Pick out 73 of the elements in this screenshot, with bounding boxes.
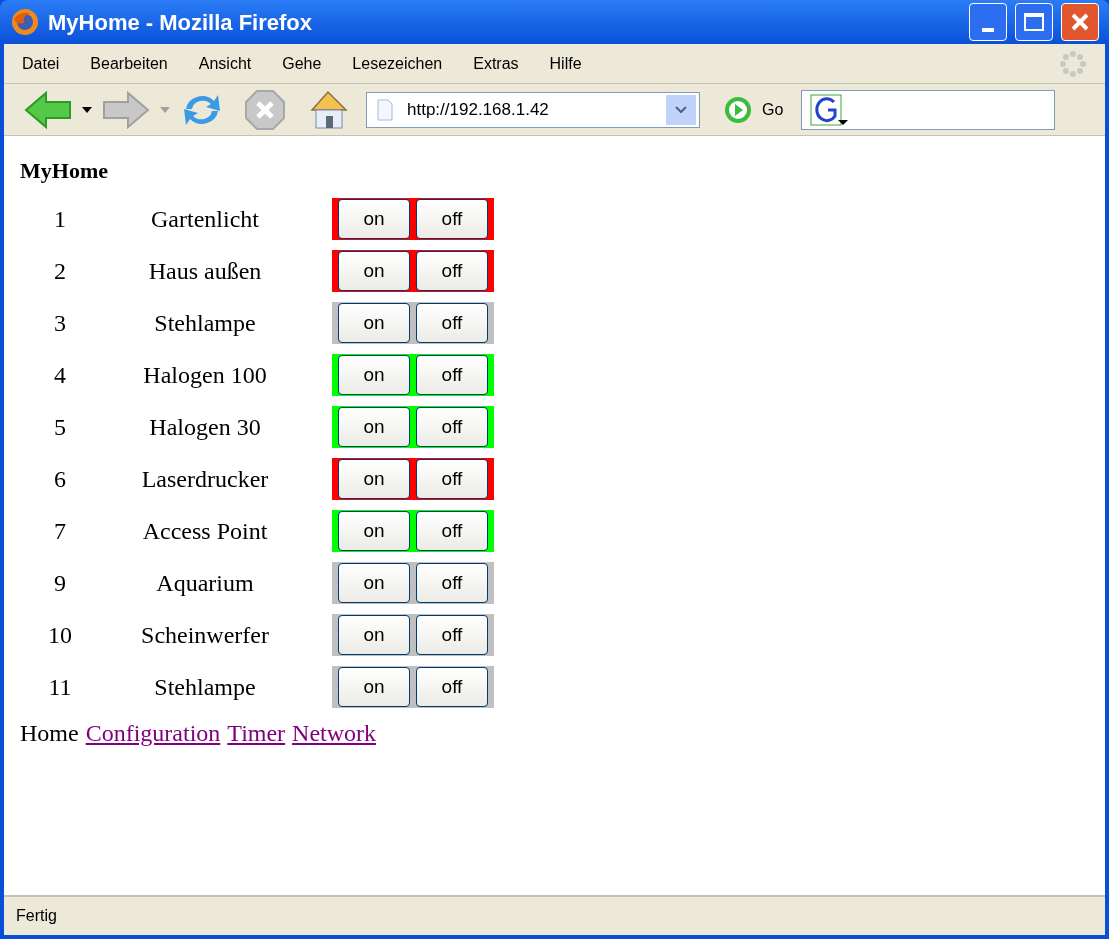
throbber-icon: [1059, 49, 1087, 78]
back-arrow-icon[interactable]: [24, 89, 72, 130]
row-number: 1: [53, 205, 67, 234]
switch-button[interactable]: off: [416, 407, 488, 447]
device-name: Scheinwerfer: [140, 621, 270, 650]
switch-button[interactable]: off: [416, 667, 488, 707]
switch-button[interactable]: on: [338, 355, 410, 395]
go-icon[interactable]: [724, 95, 752, 124]
menu-item[interactable]: Extras: [473, 51, 519, 76]
switch-button[interactable]: off: [416, 511, 488, 551]
switch-button[interactable]: off: [416, 615, 488, 655]
menu-item[interactable]: Bearbeiten: [90, 51, 168, 76]
switch-button[interactable]: off: [416, 199, 488, 239]
go-button[interactable]: Go: [762, 97, 784, 122]
dropdown-caret-icon[interactable]: [82, 106, 92, 113]
search-field[interactable]: [801, 89, 1056, 130]
forward-arrow-icon[interactable]: [102, 89, 150, 130]
menu-item[interactable]: Datei: [22, 51, 60, 76]
device-name: Laserdrucker: [140, 465, 270, 494]
nav-link[interactable]: Configuration: [85, 715, 221, 751]
switch-button[interactable]: off: [416, 303, 488, 343]
device-name: Stehlampe: [153, 673, 257, 702]
google-icon[interactable]: [810, 93, 851, 126]
switch-button[interactable]: on: [338, 251, 410, 291]
device-name: Haus außen: [147, 257, 263, 286]
nav-link[interactable]: Timer: [227, 715, 286, 751]
page-icon: [377, 98, 393, 121]
window-title: MyHome - Mozilla Firefox: [48, 8, 314, 37]
switch-button[interactable]: on: [338, 615, 410, 655]
row-number: 3: [53, 309, 67, 338]
switch-button[interactable]: on: [338, 199, 410, 239]
row-number: 11: [47, 673, 73, 702]
device-name: Halogen 100: [142, 361, 268, 390]
device-name: Aquarium: [155, 569, 255, 598]
stop-icon[interactable]: [244, 88, 286, 131]
dropdown-button[interactable]: [666, 94, 696, 125]
row-number: 7: [53, 517, 67, 546]
device-name: Gartenlicht: [150, 205, 260, 234]
maximize-button[interactable]: [1015, 3, 1053, 41]
address-field[interactable]: http://192.168.1.42: [366, 91, 700, 128]
close-icon[interactable]: [1069, 11, 1091, 33]
minimize-button[interactable]: [969, 3, 1007, 41]
url-text: http://192.168.1.42: [407, 98, 550, 121]
status-text: Fertig: [16, 906, 58, 926]
chevron-down-icon[interactable]: [675, 105, 687, 114]
switch-button[interactable]: on: [338, 459, 410, 499]
menu-item[interactable]: Gehe: [282, 51, 322, 76]
device-name: Access Point: [141, 517, 269, 546]
switch-button[interactable]: on: [338, 407, 410, 447]
menu-item[interactable]: Hilfe: [549, 51, 582, 76]
nav-link[interactable]: Network: [292, 715, 377, 751]
row-number: 5: [53, 413, 67, 442]
switch-button[interactable]: on: [338, 563, 410, 603]
menu-item[interactable]: Ansicht: [198, 51, 252, 76]
current-page-label: Home: [20, 719, 79, 748]
close-button[interactable]: [1061, 3, 1099, 41]
switch-button[interactable]: off: [416, 459, 488, 499]
row-number: 4: [53, 361, 67, 390]
row-number: 2: [53, 257, 67, 286]
switch-button[interactable]: on: [338, 303, 410, 343]
switch-button[interactable]: on: [338, 667, 410, 707]
menu-item[interactable]: Lesezeichen: [352, 51, 443, 76]
firefox-logo-icon: [10, 7, 40, 37]
switch-button[interactable]: on: [338, 511, 410, 551]
row-number: 6: [53, 465, 67, 494]
device-name: Halogen 30: [148, 413, 262, 442]
device-name: Stehlampe: [153, 309, 257, 338]
page-heading: MyHome: [20, 157, 109, 185]
row-number: 9: [53, 569, 67, 598]
row-number: 10: [47, 621, 73, 650]
switch-button[interactable]: off: [416, 563, 488, 603]
switch-button[interactable]: off: [416, 251, 488, 291]
switch-button[interactable]: off: [416, 355, 488, 395]
